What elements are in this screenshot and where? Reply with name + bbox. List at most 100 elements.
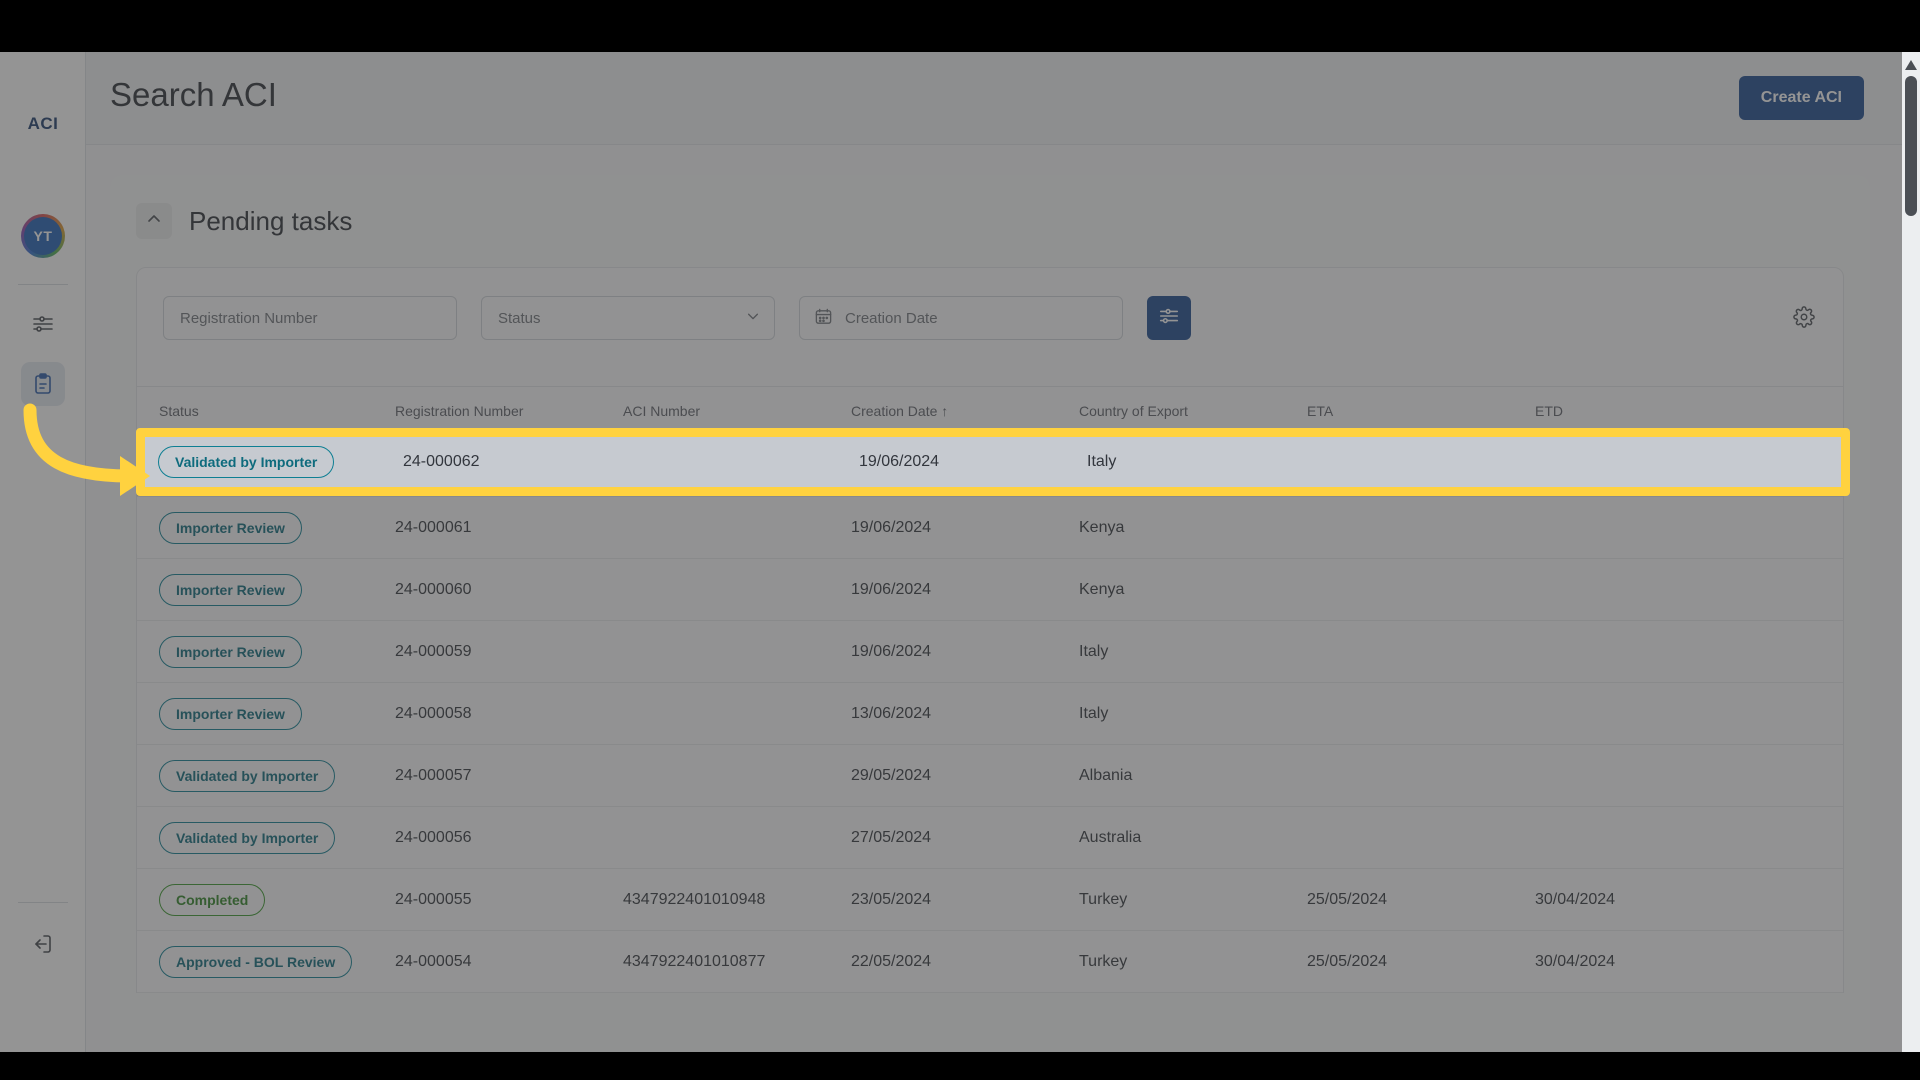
table-row-country: Italy <box>1079 642 1109 660</box>
pending-tasks-card: Pending tasks Registration Number Status <box>110 175 1870 1052</box>
create-aci-button[interactable]: Create ACI <box>1738 76 1864 120</box>
table-row-creation-date: 23/05/2024 <box>851 890 932 908</box>
table-row-country: Italy <box>1079 704 1109 722</box>
status-badge: Validated by Importer <box>159 821 336 854</box>
column-header-registration[interactable]: Registration Number <box>395 403 623 419</box>
column-header-status[interactable]: Status <box>137 403 395 419</box>
table-row-creation-date: 22/05/2024 <box>851 952 932 970</box>
status-badge: Validated by Importer <box>158 446 335 478</box>
tasks-clipboard-icon <box>31 372 55 396</box>
table-row-aci: 4347922401010877 <box>623 952 766 970</box>
status-badge: Validated by Importer <box>159 759 336 792</box>
table-row-status: Importer Review <box>137 697 395 730</box>
calendar-icon <box>814 307 833 330</box>
table-row-etd: 30/04/2024 <box>1535 890 1616 908</box>
table-row-creation-date: 19/06/2024 <box>851 518 932 536</box>
table-row-country: Kenya <box>1079 580 1125 598</box>
creation-date-placeholder: Creation Date <box>845 309 938 327</box>
table-row-registration: 24-000061 <box>395 518 472 536</box>
status-badge: Approved - BOL Review <box>159 945 353 978</box>
table-row-country: Kenya <box>1079 518 1125 536</box>
table-row-country: Turkey <box>1079 952 1128 970</box>
table-row-country: Italy <box>1087 453 1117 470</box>
status-badge: Completed <box>159 883 266 916</box>
registration-number-input[interactable]: Registration Number <box>163 296 457 340</box>
sidebar-item-logout[interactable] <box>21 922 65 966</box>
sidebar-item-tasks[interactable] <box>21 362 65 406</box>
status-badge: Importer Review <box>159 511 302 544</box>
table-row-etd: 30/04/2024 <box>1535 952 1616 970</box>
page-header: Search ACI Create ACI <box>86 52 1920 145</box>
table-row-status: Validated by Importer <box>137 759 395 792</box>
status-badge: Importer Review <box>159 697 302 730</box>
status-select-label: Status <box>498 309 541 327</box>
status-badge: Importer Review <box>159 635 302 668</box>
filter-sliders-icon <box>1158 305 1180 332</box>
table-row-registration: 24-000054 <box>395 952 472 970</box>
highlighted-table-row[interactable]: Validated by Importer 24-000062 19/06/20… <box>145 437 1841 487</box>
screenshot-root: ACI YT Search ACI Create ACI Pending tas… <box>0 0 1920 1080</box>
creation-date-input[interactable]: Creation Date <box>799 296 1123 340</box>
sidebar-item-settings[interactable] <box>21 302 65 346</box>
table-header-row: Status Registration Number ACI Number Cr… <box>137 387 1843 435</box>
table-row-status: Completed <box>137 883 395 916</box>
column-settings-button[interactable] <box>1791 305 1817 333</box>
chevron-down-icon <box>746 309 760 327</box>
avatar-initials: YT <box>24 217 62 255</box>
filter-panel: Registration Number Status Creation Date <box>136 267 1844 387</box>
table-row-country: Australia <box>1079 828 1142 846</box>
table-row-status: Approved - BOL Review <box>137 945 395 978</box>
table-body: Validated by Importer 24-000062 19/06/2024… <box>137 435 1843 993</box>
table-row-registration: 24-000055 <box>395 890 472 908</box>
page-title: Search ACI <box>110 76 277 113</box>
status-select[interactable]: Status <box>481 296 775 340</box>
logout-icon <box>31 932 55 956</box>
column-header-eta[interactable]: ETA <box>1307 403 1535 419</box>
chevron-up-icon <box>146 211 162 232</box>
table-row-eta: 25/05/2024 <box>1307 890 1388 908</box>
table-row-registration: 24-000058 <box>395 704 472 722</box>
table-row-status: Importer Review <box>137 635 395 668</box>
table-row-aci: 4347922401010948 <box>623 890 766 908</box>
settings-sliders-icon <box>31 312 55 336</box>
sidebar-divider <box>18 284 68 285</box>
column-header-aci[interactable]: ACI Number <box>623 403 851 419</box>
table-row-registration: 24-000056 <box>395 828 472 846</box>
table-row-creation-date: 29/05/2024 <box>851 766 932 784</box>
table-row[interactable]: Importer Review 24-000058 13/06/2024 Italy <box>137 683 1843 745</box>
table-row-status: Importer Review <box>137 573 395 606</box>
table-row-creation-date: 19/06/2024 <box>851 642 932 660</box>
table-row[interactable]: Approved - BOL Review 24-000054 4347922401… <box>137 931 1843 993</box>
table-row[interactable]: Validated by Importer 24-000057 29/05/2024… <box>137 745 1843 807</box>
table-row-creation-date: 27/05/2024 <box>851 828 932 846</box>
table-row[interactable]: Validated by Importer 24-000056 27/05/2024… <box>137 807 1843 869</box>
gear-icon <box>1793 305 1815 333</box>
advanced-filter-button[interactable] <box>1147 296 1191 340</box>
table-row-status: Validated by Importer <box>137 821 395 854</box>
table-row-registration: 24-000062 <box>403 453 480 470</box>
table-row-registration: 24-000060 <box>395 580 472 598</box>
column-header-creation-date[interactable]: Creation Date ↑ <box>851 403 1079 419</box>
table-row[interactable]: Importer Review 24-000060 19/06/2024 Kenya <box>137 559 1843 621</box>
table-row-country: Turkey <box>1079 890 1128 908</box>
table-row[interactable]: Importer Review 24-000061 19/06/2024 Kenya <box>137 497 1843 559</box>
brand-logo: ACI <box>27 114 59 133</box>
scroll-up-arrow-icon[interactable] <box>1904 58 1918 70</box>
table-row[interactable]: Importer Review 24-000059 19/06/2024 Italy <box>137 621 1843 683</box>
table-row-registration: 24-000057 <box>395 766 472 784</box>
sidebar-divider-bottom <box>18 902 68 903</box>
table-row-eta: 25/05/2024 <box>1307 952 1388 970</box>
column-header-etd[interactable]: ETD <box>1535 403 1763 419</box>
table-row-creation-date: 19/06/2024 <box>859 453 940 470</box>
sidebar: ACI YT <box>0 52 86 1052</box>
avatar[interactable]: YT <box>21 214 65 258</box>
table-row[interactable]: Completed 24-000055 4347922401010948 23/05/… <box>137 869 1843 931</box>
column-header-country[interactable]: Country of Export <box>1079 403 1307 419</box>
table-row-status: Importer Review <box>137 511 395 544</box>
status-badge: Importer Review <box>159 573 302 606</box>
section-title: Pending tasks <box>189 205 353 236</box>
collapse-section-button[interactable] <box>136 203 172 239</box>
table-row-creation-date: 13/06/2024 <box>851 704 932 722</box>
application-window: ACI YT Search ACI Create ACI Pending tas… <box>0 52 1920 1052</box>
vertical-scrollbar-thumb[interactable] <box>1905 76 1917 216</box>
